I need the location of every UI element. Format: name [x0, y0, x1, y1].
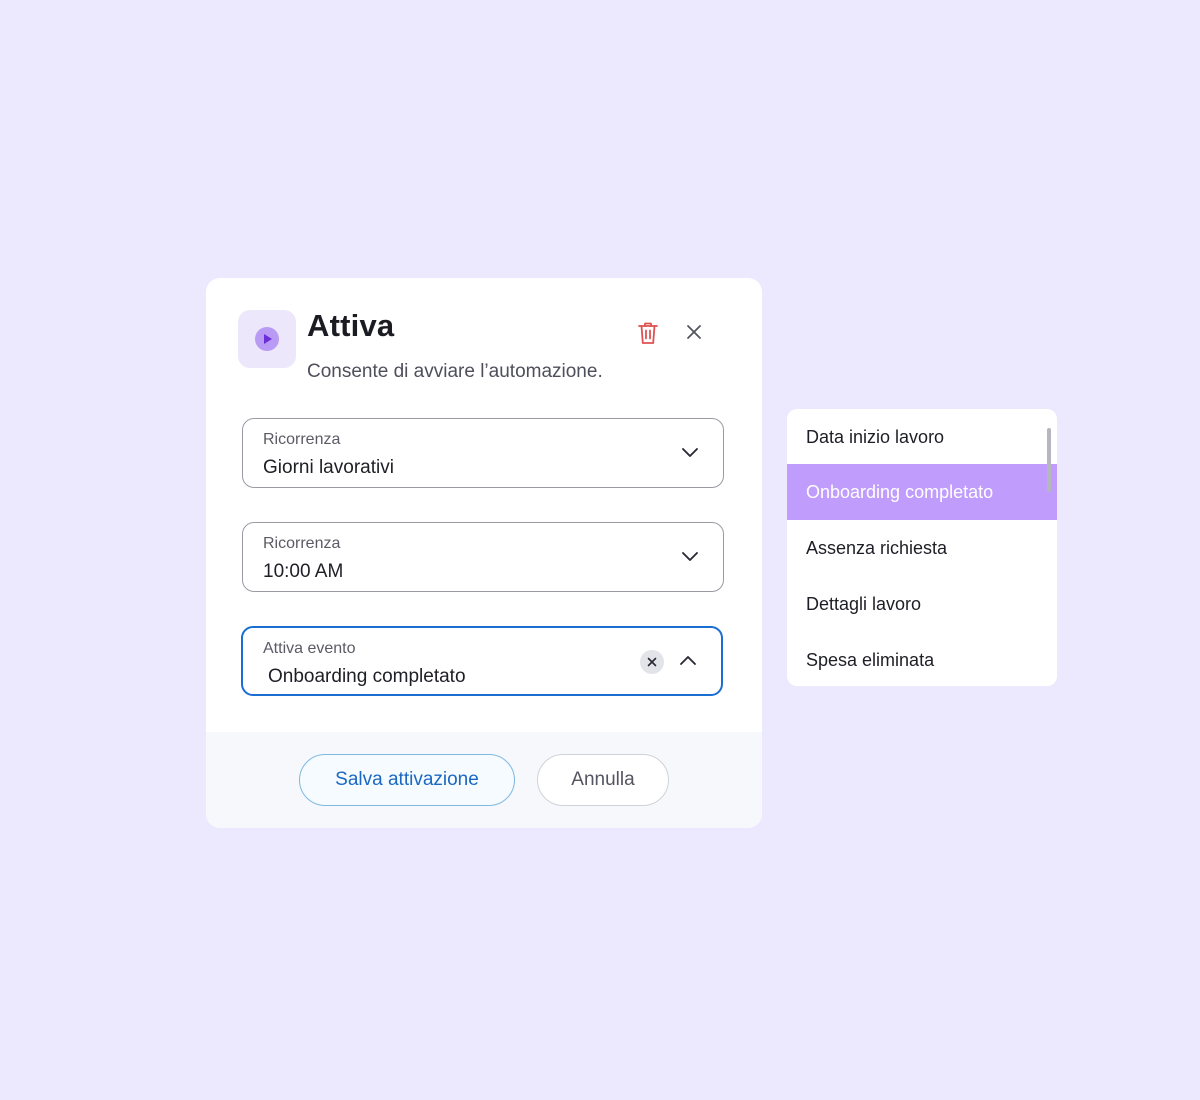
field-label: Ricorrenza	[263, 535, 341, 552]
dropdown-item[interactable]: Data inizio lavoro	[787, 409, 1057, 465]
recurrence-days-select[interactable]: Ricorrenza Giorni lavorativi	[242, 418, 724, 488]
activation-dialog: Attiva Consente di avviare l’automazione…	[206, 278, 762, 828]
dialog-title: Attiva	[307, 308, 395, 343]
chevron-down-icon[interactable]	[681, 550, 699, 562]
dropdown-item-selected[interactable]: Onboarding completato	[787, 464, 1057, 520]
field-label: Ricorrenza	[263, 431, 341, 448]
field-value: Giorni lavorativi	[263, 457, 394, 478]
field-value: Onboarding completato	[268, 666, 466, 687]
chevron-up-icon[interactable]	[679, 655, 697, 667]
close-icon[interactable]	[682, 320, 706, 344]
trigger-event-select[interactable]: Attiva evento Onboarding completato	[241, 626, 723, 696]
dialog-subtitle: Consente di avviare l’automazione.	[307, 361, 603, 382]
play-icon	[238, 310, 296, 368]
dropdown-item[interactable]: Dettagli lavoro	[787, 576, 1057, 632]
field-value: 10:00 AM	[263, 561, 344, 582]
save-activation-button[interactable]: Salva attivazione	[299, 754, 515, 806]
cancel-button[interactable]: Annulla	[537, 754, 669, 806]
dialog-footer: Salva attivazione Annulla	[206, 732, 762, 828]
recurrence-time-select[interactable]: Ricorrenza 10:00 AM	[242, 522, 724, 592]
field-label: Attiva evento	[263, 640, 356, 657]
trash-icon[interactable]	[636, 320, 660, 346]
dropdown-item[interactable]: Spesa eliminata	[787, 632, 1057, 686]
clear-icon[interactable]	[640, 650, 664, 674]
chevron-down-icon[interactable]	[681, 446, 699, 458]
dropdown-item[interactable]: Assenza richiesta	[787, 520, 1057, 576]
dropdown-scrollbar[interactable]	[1047, 428, 1051, 492]
event-dropdown-menu: Data inizio lavoro Onboarding completato…	[787, 409, 1057, 686]
